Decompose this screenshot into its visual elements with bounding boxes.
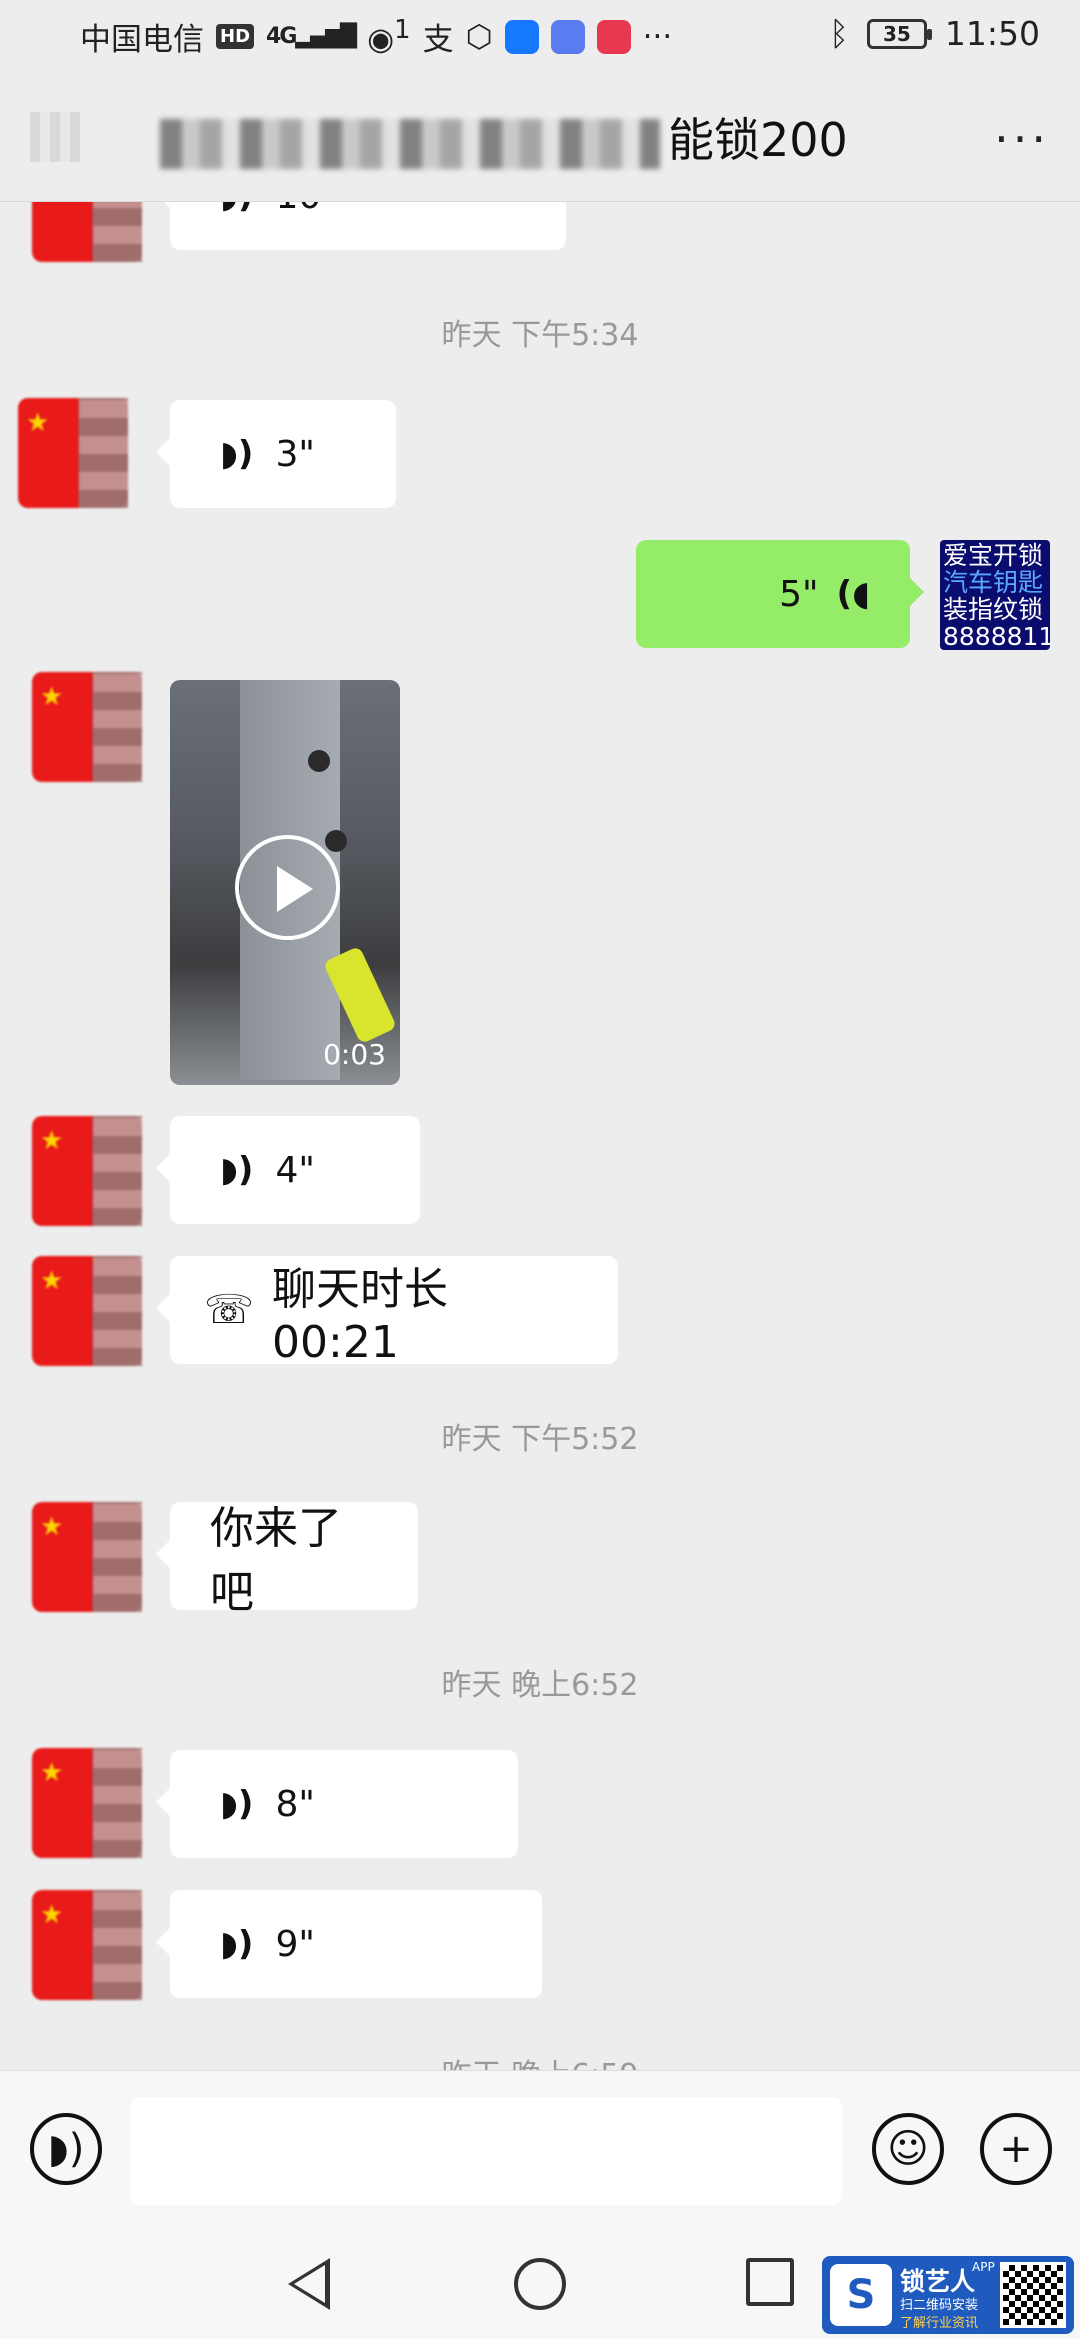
bulb-app-icon xyxy=(504,19,539,54)
emoji-button[interactable]: ☺ xyxy=(872,2113,944,2185)
timestamp: 昨天 下午5:52 xyxy=(441,1422,639,1457)
bluetooth-icon: ᛒ xyxy=(829,14,849,53)
chat-title-text: 能锁200 xyxy=(668,113,848,167)
voice-duration: 9" xyxy=(275,1923,315,1965)
system-home-button[interactable] xyxy=(514,2258,566,2310)
contact-avatar[interactable] xyxy=(32,202,142,262)
my-avatar-line: 装指纹锁 xyxy=(943,595,1044,624)
contact-avatar[interactable] xyxy=(32,672,142,782)
app-logo-icon: S xyxy=(830,2264,892,2326)
clock: 11:50 xyxy=(944,14,1040,53)
voice-wave-icon: ◗) xyxy=(220,434,254,474)
voice-message[interactable]: ◗) 3" xyxy=(156,400,396,508)
ad-title: 锁艺人 xyxy=(900,2267,976,2296)
voice-input-button[interactable]: ◗) xyxy=(30,2113,102,2185)
my-avatar-line: 88888112 xyxy=(943,622,1050,650)
text-message[interactable]: 你来了吧 xyxy=(156,1502,418,1618)
video-duration: 0:03 xyxy=(323,1038,386,1071)
alipay-icon: 支 xyxy=(422,22,454,58)
emoji-icon: ☺ xyxy=(887,2126,929,2172)
qr-code-icon xyxy=(1000,2262,1066,2328)
ad-sup: APP xyxy=(972,2260,995,2274)
wifi-badge: 1 xyxy=(394,15,411,46)
hd-badge: HD xyxy=(216,24,255,49)
voice-wave-icon: (◖ xyxy=(836,574,870,614)
voice-wave-icon: ◗) xyxy=(220,202,253,216)
more-menu-button[interactable]: ··· xyxy=(994,112,1050,166)
redacted-title-part xyxy=(160,118,660,169)
voice-message[interactable]: ◗) 8" xyxy=(156,1750,518,1858)
message-text: 你来了吧 xyxy=(210,1503,342,1618)
phone-icon: ☏ xyxy=(204,1287,255,1333)
carrier-label: 中国电信 xyxy=(80,22,204,58)
call-duration-text: 聊天时长 00:21 xyxy=(272,1263,449,1368)
wifi-icon: ◉1 xyxy=(367,15,411,58)
call-record-message[interactable]: ☏ 聊天时长 00:21 xyxy=(156,1256,618,1368)
chat-title: 能锁200 xyxy=(160,104,848,170)
contact-avatar[interactable] xyxy=(32,1502,142,1612)
timestamp: 昨天 下午5:34 xyxy=(441,318,639,353)
input-bar: ◗) ☺ + xyxy=(0,2070,1080,2230)
ad-line2: 了解行业资讯 xyxy=(900,2316,979,2331)
contact-avatar[interactable] xyxy=(32,1748,142,1858)
voice-wave-icon: ◗) xyxy=(220,1784,254,1824)
voice-message[interactable]: ◗) 9" xyxy=(156,1890,542,1998)
voice-duration: 10" xyxy=(275,202,337,217)
voice-duration: 8" xyxy=(275,1783,315,1825)
voice-wave-icon: ◗) xyxy=(220,1924,254,1964)
music-app-icon xyxy=(550,19,585,54)
contact-avatar[interactable] xyxy=(32,1256,142,1366)
plus-icon: + xyxy=(999,2126,1033,2172)
network-label: 4G xyxy=(266,24,297,49)
contact-avatar[interactable] xyxy=(32,1890,142,2000)
ad-line1: 扫二维码安装 xyxy=(900,2298,979,2313)
my-avatar[interactable]: 爱宝开锁 汽车钥匙 装指纹锁 88888112 xyxy=(940,540,1050,650)
voice-wave-icon: ◗) xyxy=(220,1150,254,1190)
play-icon[interactable] xyxy=(235,835,340,940)
my-avatar-line: 爱宝开锁 xyxy=(943,541,1044,570)
my-avatar-line: 汽车钥匙 xyxy=(943,568,1044,597)
voice-duration: 3" xyxy=(275,433,315,475)
status-right: ᛒ 35 11:50 xyxy=(829,14,1040,53)
signal-icon: 4G▂▄▆█ xyxy=(266,24,357,49)
battery-icon: 35 xyxy=(866,18,932,49)
hexagon-icon: ⬡ xyxy=(465,18,493,55)
timestamp: 昨天 晚上6:59 xyxy=(0,2050,1080,2070)
back-button[interactable] xyxy=(30,112,80,162)
timestamp: 昨天 晚上6:52 xyxy=(441,1668,639,1703)
voice-duration: 5" xyxy=(779,573,819,615)
store-app-icon xyxy=(596,19,631,54)
contact-avatar[interactable] xyxy=(32,1116,142,1226)
contact-avatar[interactable] xyxy=(18,398,128,508)
chat-header: 能锁200 ··· xyxy=(0,72,1080,202)
message-list[interactable]: ◗) 10" 昨天 下午5:34 ◗) 3" 5" (◖ 爱宝开锁 汽车钥匙 装… xyxy=(0,202,1080,2070)
message-input[interactable] xyxy=(130,2097,842,2205)
voice-wave-icon: ◗) xyxy=(47,2126,85,2172)
watermark-ad: S 锁艺人 APP 扫二维码安装 了解行业资讯 xyxy=(822,2256,1074,2334)
more-notifications-icon: ··· xyxy=(642,18,673,55)
voice-message[interactable]: ◗) 10" xyxy=(156,202,566,250)
thumbnail-detail xyxy=(308,750,330,772)
status-left: 中国电信 HD 4G▂▄▆█ ◉1 支 ⬡ ··· xyxy=(80,14,672,59)
my-voice-message[interactable]: 5" (◖ xyxy=(636,540,924,648)
video-message[interactable]: 0:03 xyxy=(170,680,400,1085)
status-bar: 中国电信 HD 4G▂▄▆█ ◉1 支 ⬡ ··· ᛒ 35 11:50 xyxy=(0,0,1080,72)
thumbnail-detail xyxy=(325,830,347,852)
voice-duration: 4" xyxy=(275,1149,315,1191)
plus-button[interactable]: + xyxy=(980,2113,1052,2185)
system-back-button[interactable] xyxy=(288,2258,330,2310)
system-recents-button[interactable] xyxy=(746,2258,794,2306)
voice-message[interactable]: ◗) 4" xyxy=(156,1116,420,1224)
